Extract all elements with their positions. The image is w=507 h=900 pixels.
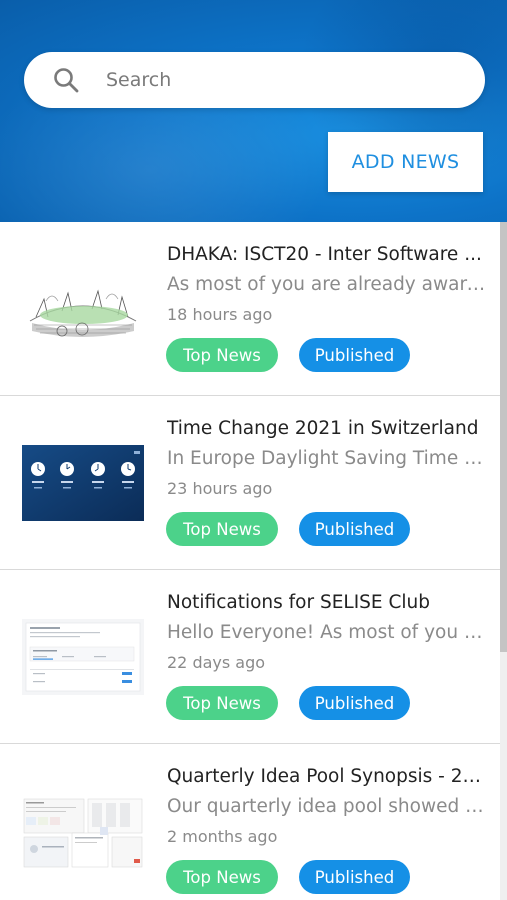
news-card[interactable]: Notifications for SELISE Club Hello Ever… xyxy=(0,570,500,744)
news-timestamp: 18 hours ago xyxy=(167,305,273,324)
status-badge: Published xyxy=(299,338,410,372)
search-input[interactable] xyxy=(106,69,466,91)
news-list: DHAKA: ISCT20 - Inter Software ... As mo… xyxy=(0,222,500,900)
status-badge: Published xyxy=(299,860,410,894)
news-timestamp: 23 hours ago xyxy=(167,479,273,498)
news-excerpt: Hello Everyone! As most of you ar... xyxy=(167,622,492,643)
news-title[interactable]: Quarterly Idea Pool Synopsis - 23.... xyxy=(167,766,492,787)
news-excerpt: Our quarterly idea pool showed o... xyxy=(167,796,492,817)
status-badge: Published xyxy=(299,686,410,720)
news-excerpt: As most of you are already aware,... xyxy=(167,274,492,295)
scrollbar-thumb[interactable] xyxy=(500,222,507,652)
news-title[interactable]: Notifications for SELISE Club xyxy=(167,592,492,613)
settings-screenshot-thumbnail xyxy=(22,618,144,695)
news-title[interactable]: DHAKA: ISCT20 - Inter Software ... xyxy=(167,244,492,265)
news-title[interactable]: Time Change 2021 in Switzerland xyxy=(167,418,492,439)
category-badge: Top News xyxy=(166,512,278,546)
header-banner: ADD NEWS xyxy=(0,0,507,222)
news-excerpt: In Europe Daylight Saving Time En... xyxy=(167,448,492,469)
cricket-stadium-thumbnail xyxy=(22,270,144,347)
add-news-button[interactable]: ADD NEWS xyxy=(328,132,483,192)
scrollbar-track[interactable] xyxy=(500,222,507,900)
screens-collage-thumbnail xyxy=(22,792,144,869)
news-timestamp: 22 days ago xyxy=(167,653,266,672)
category-badge: Top News xyxy=(166,686,278,720)
search-icon xyxy=(52,66,80,94)
category-badge: Top News xyxy=(166,338,278,372)
news-card[interactable]: DHAKA: ISCT20 - Inter Software ... As mo… xyxy=(0,222,500,396)
status-badge: Published xyxy=(299,512,410,546)
world-clocks-thumbnail xyxy=(22,444,144,521)
news-card[interactable]: Quarterly Idea Pool Synopsis - 23.... Ou… xyxy=(0,744,500,900)
news-card[interactable]: Time Change 2021 in Switzerland In Europ… xyxy=(0,396,500,570)
news-timestamp: 2 months ago xyxy=(167,827,278,846)
category-badge: Top News xyxy=(166,860,278,894)
search-bar[interactable] xyxy=(24,52,485,108)
